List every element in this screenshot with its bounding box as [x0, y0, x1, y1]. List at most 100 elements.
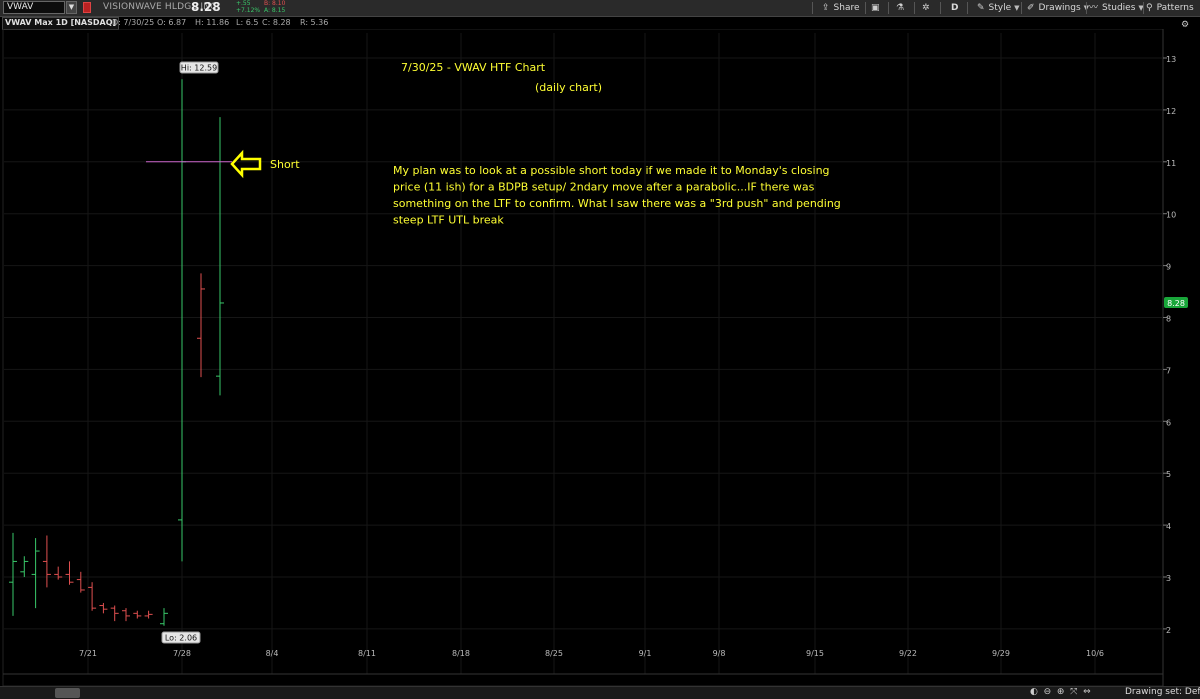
date-tick-label: 7/21: [79, 649, 97, 658]
toolbar-separator: [1021, 2, 1022, 14]
toolbar-separator: [967, 2, 968, 14]
ohlc-bar: [88, 582, 97, 611]
share-label: Share: [833, 3, 860, 13]
date-tick-label: 9/15: [806, 649, 824, 658]
net-change-pct: +7.12%: [236, 7, 261, 14]
gear-icon: ✲: [922, 3, 930, 13]
date-tick-label: 10/6: [1086, 649, 1104, 658]
bottom-scrollbar[interactable]: [0, 686, 1200, 699]
patterns-icon: ⚲: [1146, 3, 1153, 13]
ohlc-high: H: 11.86: [195, 18, 230, 27]
scrollbar-thumb[interactable]: [55, 688, 80, 698]
ohlc-date: D: 7/30/25: [112, 18, 155, 27]
price-tick-label: 3: [1166, 574, 1171, 583]
arrow-label[interactable]: Short: [270, 158, 300, 171]
ask-price: A: 8.15: [264, 7, 286, 14]
pan-icon[interactable]: ◐: [1030, 687, 1038, 697]
patterns-button[interactable]: ⚲ Patterns: [1146, 0, 1194, 16]
price-tick-label: 13: [1166, 55, 1176, 64]
link-color-icon[interactable]: [83, 2, 91, 13]
toolbar-separator: [888, 2, 889, 14]
style-icon: ✎: [977, 3, 985, 13]
price-axis: 2 3 4 5 6 7 8 9 10 11 12 13: [1163, 55, 1176, 635]
ohlc-bar: [144, 610, 153, 619]
ohlc-bar: [197, 273, 205, 378]
zoom-controls[interactable]: ◐ ⊖ ⊕ ⤧ ⇔: [1030, 687, 1091, 697]
price-tick-label: 12: [1166, 107, 1176, 116]
chevron-down-icon: ▼: [1014, 4, 1020, 12]
annotation-subtitle[interactable]: (daily chart): [535, 81, 602, 94]
chart-border: [2, 29, 1164, 686]
flask-icon: ⚗: [896, 3, 905, 13]
ohlc-bar: [110, 605, 119, 622]
price-chart[interactable]: 2 3 4 5 6 7 8 9 10 11 12 13 7/21 7/28 8/4 8/11 8/18 8/25…: [0, 29, 1200, 686]
ohlc-bar: [42, 535, 51, 588]
ohlc-open: O: 6.87: [157, 18, 187, 27]
zoom-in-icon[interactable]: ⊕: [1057, 687, 1065, 697]
bid-ask: B: 8.10 A: 8.15: [264, 0, 285, 14]
share-button[interactable]: ⇪ Share: [822, 0, 860, 16]
date-axis: 7/21 7/28 8/4 8/11 8/18 8/25 9/1 9/8 9/15 9/22 9/2…: [3, 649, 1163, 675]
drawings-button[interactable]: ✐Drawings▼: [1027, 0, 1089, 16]
date-tick-label: 7/28: [173, 649, 191, 658]
arrow-left-icon[interactable]: [230, 149, 262, 179]
annotation-note-line: My plan was to look at a possible short …: [393, 164, 830, 177]
price-tick-label: 6: [1166, 418, 1171, 427]
chart-grid-button[interactable]: ▣: [871, 0, 884, 16]
share-icon: ⇪: [822, 3, 830, 13]
ohlc-bar: [54, 566, 63, 580]
ohlc-bar: [122, 608, 130, 622]
ohlc-bar: [99, 602, 108, 614]
aggregation-button[interactable]: D: [951, 0, 958, 16]
annotation-title[interactable]: 7/30/25 - VWAV HTF Chart: [401, 61, 546, 74]
fit-icon[interactable]: ⇔: [1083, 687, 1091, 697]
ohlc-low: L: 6.5: [236, 18, 259, 27]
drawing-set[interactable]: Drawing set: Default: [1125, 687, 1200, 697]
ohlc-bars: [9, 79, 224, 626]
studies-label: Studies: [1102, 3, 1136, 13]
symbol-dropdown-icon[interactable]: ▼: [66, 1, 77, 14]
annotation-note[interactable]: My plan was to look at a possible short …: [393, 164, 841, 227]
price-tick-label: 4: [1166, 522, 1171, 531]
price-tick-label: 7: [1166, 366, 1171, 375]
hi-label-text: Hi: 12.59: [181, 64, 217, 73]
price-tick-label: 10: [1166, 211, 1176, 220]
bid-price: B: 8.10: [264, 0, 286, 7]
net-change: +.55 +7.12%: [236, 0, 260, 14]
grid: [4, 33, 1162, 674]
date-tick-label: 8/18: [452, 649, 470, 658]
grid-icon: ▣: [871, 3, 880, 13]
hi-lo-labels: Hi: 12.59 Lo: 2.06: [161, 61, 219, 644]
price-tick-label: 5: [1166, 470, 1171, 479]
lo-label-text: Lo: 2.06: [165, 634, 197, 643]
style-button[interactable]: ✎ Style ▼: [977, 0, 1020, 16]
toolbar-separator: [914, 2, 915, 14]
studies-button[interactable]: 〰 Studies ▼: [1089, 0, 1144, 16]
ohlc-bar: [9, 532, 17, 616]
annotation-note-line: steep LTF UTL break: [393, 214, 504, 227]
toolbar-separator: [812, 2, 813, 14]
lo-label: Lo: 2.06: [161, 631, 201, 644]
patterns-label: Patterns: [1156, 3, 1194, 13]
ohlc-bar: [160, 608, 168, 626]
toolbar-separator: [1086, 2, 1087, 14]
flask-button[interactable]: ⚗: [896, 0, 908, 16]
aggregation-label: D: [951, 3, 959, 13]
vertical-scrollbar[interactable]: [1190, 30, 1198, 680]
drawings-label: Drawings: [1038, 3, 1081, 13]
net-change-abs: +.55: [236, 0, 251, 7]
ohlc-bar: [178, 79, 186, 562]
symbol-input[interactable]: VWAV: [3, 1, 65, 14]
date-tick-label: 8/25: [545, 649, 563, 658]
settings-button[interactable]: ✲: [922, 0, 934, 16]
date-tick-label: 9/8: [713, 649, 726, 658]
ohlc-bar: [20, 556, 29, 577]
price-tick-label: 8: [1166, 315, 1171, 324]
pencil-icon: ✐: [1027, 3, 1035, 13]
reset-icon[interactable]: ⤧: [1070, 687, 1077, 697]
zoom-out-icon[interactable]: ⊖: [1044, 687, 1052, 697]
date-tick-label: 9/1: [639, 649, 652, 658]
studies-icon: 〰: [1089, 3, 1099, 13]
last-price: 8.28: [191, 0, 221, 14]
toolbar-separator: [1143, 2, 1144, 14]
